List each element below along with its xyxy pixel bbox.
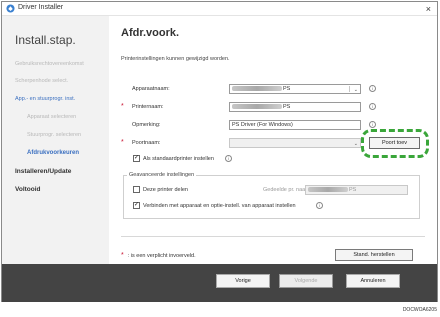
sidebar-item-license: Gebruiksrechtovereenkomst	[15, 61, 84, 67]
device-name-dropdown[interactable]: PS ⌄	[229, 84, 361, 94]
connect-device-checkbox[interactable]: ✓	[133, 202, 140, 209]
redacted-text	[232, 104, 282, 110]
divider	[121, 236, 425, 237]
back-button[interactable]: Vorige	[216, 274, 270, 288]
info-icon[interactable]: i	[369, 85, 376, 92]
sidebar-title: Install.stap.	[15, 33, 76, 47]
chevron-down-icon: ⌄	[353, 141, 358, 147]
intro-text: Printerinstellingen kunnen gewijzigd wor…	[121, 56, 230, 62]
printer-name-label: Printernaam:	[132, 104, 164, 110]
info-icon[interactable]: i	[225, 155, 232, 162]
share-printer-checkbox[interactable]	[133, 186, 140, 193]
sidebar-item-install-update: Installeren/Update	[15, 168, 72, 175]
redacted-text	[232, 86, 282, 92]
share-printer-label: Deze printer delen	[143, 187, 188, 193]
title-bar: Driver Installer ×	[2, 2, 437, 16]
required-star: *	[121, 139, 124, 146]
step-sidebar: Install.stap. Gebruiksrechtovereenkomst …	[2, 16, 109, 264]
sidebar-item-print-preferences: Afdrukvoorkeuren	[27, 150, 80, 156]
info-icon[interactable]: i	[316, 202, 323, 209]
sidebar-item-select-driver: Stuurprogr. selecteren	[27, 132, 82, 138]
info-icon[interactable]: i	[369, 121, 376, 128]
wizard-button-bar: Vorige Volgende Annuleren	[2, 264, 437, 302]
chevron-down-icon: ⌄	[353, 87, 358, 93]
restore-defaults-button[interactable]: Stand. herstellen	[335, 249, 413, 261]
sidebar-item-app-driver-install: App.- en stuurprogr. inst.	[15, 96, 76, 102]
comment-label: Opmerking:	[132, 122, 161, 128]
required-note: *: is een verplicht invoerveld.	[121, 252, 196, 259]
advanced-settings-group	[123, 175, 420, 219]
app-icon	[6, 4, 15, 13]
window-title: Driver Installer	[18, 4, 64, 11]
sidebar-item-finished: Voltooid	[15, 186, 41, 193]
advanced-settings-legend: Geavanceerde instellingen	[127, 172, 197, 178]
device-name-row: Apparaatnaam: PS ⌄ i	[121, 84, 421, 94]
port-name-label: Poortnaam:	[132, 140, 161, 146]
driver-installer-window: Driver Installer × Install.stap. Gebruik…	[1, 1, 438, 302]
cancel-button[interactable]: Annuleren	[346, 274, 400, 288]
printer-name-row: * Printernaam: PS i	[121, 102, 421, 112]
required-star: *	[121, 103, 124, 110]
sidebar-item-select-device: Apparaat selecteren	[27, 114, 77, 120]
comment-input[interactable]: PS Driver (For Windows)	[229, 120, 361, 130]
main-panel: Afdr.voork. Printerinstellingen kunnen g…	[109, 16, 437, 264]
redacted-text	[308, 187, 348, 193]
set-default-checkbox[interactable]: ✓	[133, 155, 140, 162]
port-name-row: * Poortnaam: ⌄ Poort toev	[121, 129, 429, 158]
page-title: Afdr.voork.	[121, 27, 180, 39]
port-name-dropdown[interactable]: ⌄	[229, 138, 361, 148]
set-default-label: Als standaardprinter instellen	[143, 156, 214, 162]
info-icon[interactable]: i	[369, 103, 376, 110]
connect-device-label: Verbinden met apparaat en optie-instell.…	[143, 203, 296, 209]
close-icon[interactable]: ×	[426, 3, 431, 15]
sidebar-item-component-select: Scherpenhode select.	[15, 78, 69, 84]
share-name-input[interactable]: PS	[305, 185, 408, 195]
add-port-button[interactable]: Poort toev	[369, 137, 420, 149]
document-code: DOCWOA6205	[402, 307, 437, 313]
next-button[interactable]: Volgende	[279, 274, 333, 288]
device-name-label: Apparaatnaam:	[132, 86, 170, 92]
printer-name-input[interactable]: PS	[229, 102, 361, 112]
